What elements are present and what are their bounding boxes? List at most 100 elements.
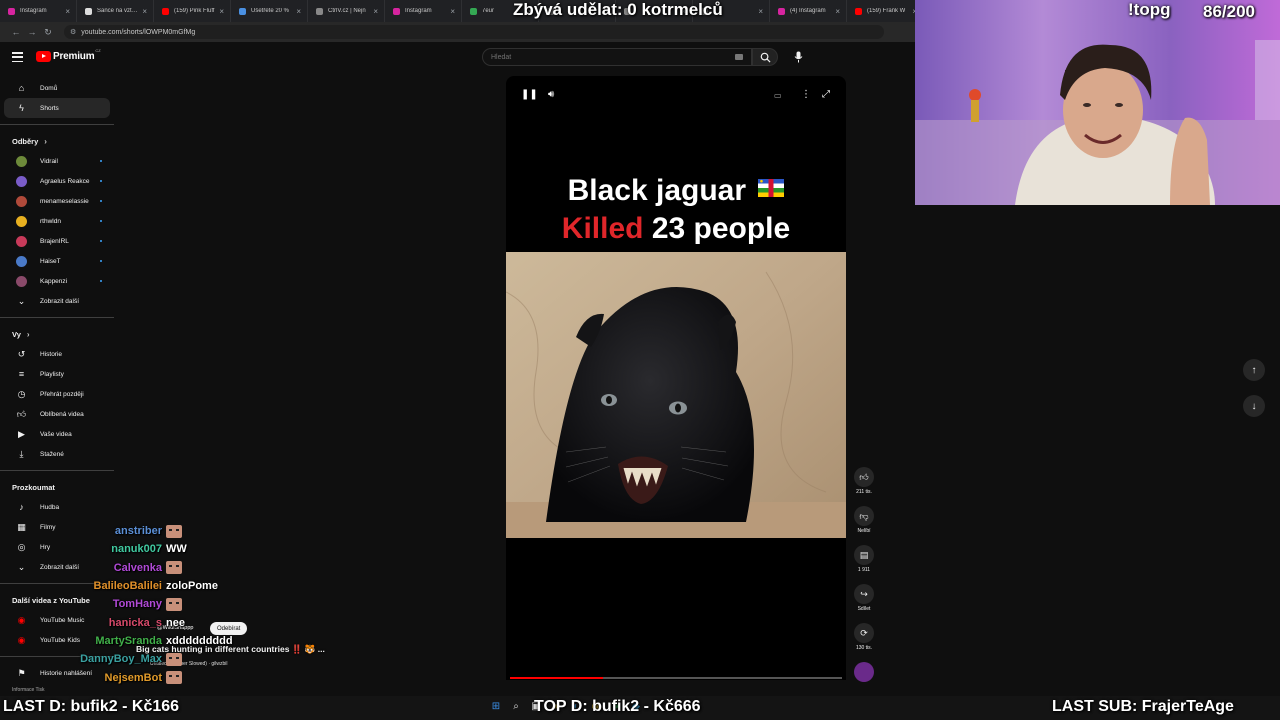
overlay-command: !topg	[1128, 0, 1171, 19]
back-icon[interactable]: ←	[8, 27, 24, 37]
like-action[interactable]: 👍︎ 211 tis.	[853, 467, 875, 495]
tab-favicon-icon	[239, 7, 246, 15]
taskbar-search-icon[interactable]: ⌕	[510, 700, 522, 712]
browser-address-bar: ← → ↻ ⚙ youtube.com/shorts/lOWPM0mGfMg	[0, 22, 915, 42]
remix-icon[interactable]: ⟳	[854, 623, 874, 643]
chat-username: anstriber	[114, 525, 162, 538]
sidebar-section-header[interactable]: Vy ›	[0, 324, 116, 344]
sound-avatar[interactable]	[853, 662, 875, 682]
voice-search-button[interactable]	[788, 48, 808, 66]
tab-close-icon[interactable]: ×	[758, 7, 763, 16]
sidebar-item[interactable]: ⤓ Stažené	[4, 444, 110, 464]
chat-text	[166, 652, 182, 666]
new-content-dot	[100, 280, 102, 282]
tab-close-icon[interactable]: ×	[296, 7, 301, 16]
sidebar-item[interactable]: rthwldn	[4, 211, 110, 231]
fullscreen-icon[interactable]: ⤢	[822, 89, 830, 100]
url-field[interactable]: ⚙ youtube.com/shorts/lOWPM0mGfMg	[64, 25, 884, 39]
browser-tab[interactable]: Instagram ×	[0, 0, 77, 22]
search-input[interactable]: Hledat	[482, 48, 752, 66]
channel-avatar	[16, 255, 27, 267]
share-action[interactable]: ↪ Sdílet	[853, 584, 875, 612]
url-text: youtube.com/shorts/lOWPM0mGfMg	[81, 28, 196, 36]
browser-tab[interactable]: CtrlV.cz | Nejn ×	[308, 0, 385, 22]
tab-close-icon[interactable]: ×	[450, 7, 455, 16]
comment-icon[interactable]: ▤	[854, 545, 874, 565]
comments-action[interactable]: ▤ 1 911	[853, 545, 875, 573]
section-title: Další videa z YouTube	[12, 595, 90, 605]
tab-close-icon[interactable]: ×	[373, 7, 378, 16]
stream-chat-overlay: anstriber nanuk007 WW Calvenka BalileoBalile…	[80, 522, 280, 687]
windows-start-icon[interactable]: ⊞	[490, 700, 502, 712]
sidebar-item-label: Zobrazit další	[40, 297, 80, 305]
tab-favicon-icon	[85, 7, 92, 15]
shorts-player[interactable]: ❚❚ 🔊︎ ▭ ⋮ ⤢ Black jaguar Killed 23 peopl…	[506, 76, 846, 680]
sidebar-item[interactable]: ♪ Hudba	[4, 497, 110, 517]
browser-tab[interactable]: Šance na vztah ×	[77, 0, 154, 22]
browser-tab[interactable]: Instagram ×	[385, 0, 462, 22]
sidebar-item[interactable]: ◷ Přehrát později	[4, 384, 110, 404]
sidebar-item[interactable]: ↺ Historie	[4, 344, 110, 364]
keyboard-icon[interactable]	[735, 54, 743, 60]
chat-text	[166, 524, 182, 538]
chat-text	[166, 597, 182, 611]
new-content-dot	[100, 160, 102, 162]
section-title: Prozkoumat	[12, 482, 55, 492]
chat-text	[166, 561, 182, 575]
browser-tab[interactable]: (4) Instagram ×	[770, 0, 847, 22]
sound-thumbnail-icon[interactable]	[854, 662, 874, 682]
pause-icon[interactable]: ❚❚	[521, 89, 538, 100]
sidebar-section-header[interactable]: Prozkoumat	[0, 477, 116, 497]
next-short-button[interactable]: ↓	[1243, 395, 1265, 417]
sidebar-item[interactable]: ⌂ Domů	[4, 78, 110, 98]
thumb-up-icon[interactable]: 👍︎	[854, 467, 874, 487]
sidebar-item[interactable]: ≡ Playlisty	[4, 364, 110, 384]
title-line-1: Black jaguar	[567, 174, 747, 207]
thumb-down-icon[interactable]: 👎︎	[854, 506, 874, 526]
previous-short-button[interactable]: ↑	[1243, 359, 1265, 381]
share-icon[interactable]: ↪	[854, 584, 874, 604]
sidebar-item[interactable]: HaiseT	[4, 251, 110, 271]
overlay-goal-text: Zbývá udělat: 0 kotrmelců	[513, 0, 723, 19]
chat-emote-icon	[166, 561, 182, 575]
remix-action[interactable]: ⟳ 130 tis.	[853, 623, 875, 651]
sidebar-item[interactable]: menameselassie	[4, 191, 110, 211]
volume-icon[interactable]: 🔊︎	[548, 89, 554, 100]
sidebar-item-label: menameselassie	[40, 197, 89, 205]
sidebar-item[interactable]: ▶ Vaše videa	[4, 424, 110, 444]
reload-icon[interactable]: ↻	[40, 27, 56, 38]
site-info-icon[interactable]: ⚙	[70, 28, 76, 36]
menu-icon[interactable]	[12, 52, 23, 62]
chat-message: anstriber	[80, 522, 280, 540]
search-button[interactable]	[752, 48, 778, 66]
browser-tab[interactable]: (159) Frank W×	[847, 0, 915, 22]
chat-message-text: WW	[166, 543, 187, 556]
sidebar-item[interactable]: Agraelus Reakce	[4, 171, 110, 191]
sidebar-item[interactable]: 👍︎ Oblíbená videa	[4, 404, 110, 424]
captions-icon[interactable]: ▭	[774, 91, 782, 100]
flag-icon: ⚑	[17, 667, 26, 678]
sidebar-section-header[interactable]: Odběry ›	[0, 131, 116, 151]
sidebar-item[interactable]: Vidrail	[4, 151, 110, 171]
playback-progress-bar[interactable]	[510, 677, 842, 679]
chat-emote-icon	[166, 597, 182, 611]
sidebar-item[interactable]: ϟ Shorts	[4, 98, 110, 118]
dislike-action[interactable]: 👎︎ Nelíbí	[853, 506, 875, 534]
chevron-down-icon: ⌄	[17, 561, 26, 572]
show-more-item[interactable]: ⌄ Zobrazit další	[4, 291, 110, 311]
more-options-icon[interactable]: ⋮	[801, 89, 811, 100]
tab-close-icon[interactable]: ×	[835, 7, 840, 16]
sidebar-item-label: Oblíbená videa	[40, 410, 84, 418]
browser-tab[interactable]: (159) Pink Fluff ×	[154, 0, 231, 22]
sidebar-item[interactable]: BrajenIRL	[4, 231, 110, 251]
browser-tab[interactable]: Ušetřete 20 % ×	[231, 0, 308, 22]
youtube-premium-logo[interactable]: Premium CZ	[36, 48, 101, 62]
sidebar-item[interactable]: Kappenzi	[4, 271, 110, 291]
chevron-down-icon: ⌄	[17, 295, 26, 306]
tab-close-icon[interactable]: ×	[219, 7, 224, 16]
tab-close-icon[interactable]: ×	[65, 7, 70, 16]
forward-icon[interactable]: →	[24, 27, 40, 37]
tab-close-icon[interactable]: ×	[142, 7, 147, 16]
search-placeholder: Hledat	[491, 53, 512, 61]
sidebar-footer[interactable]: Informace Tisk	[12, 687, 45, 693]
